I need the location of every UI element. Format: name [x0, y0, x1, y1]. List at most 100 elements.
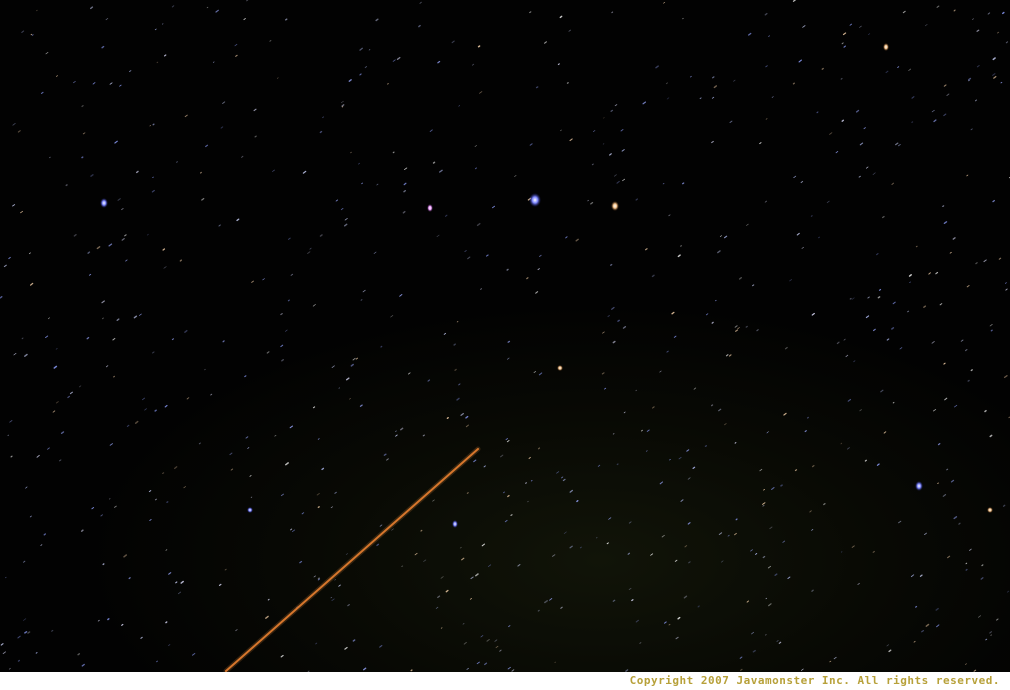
- faint-star: [784, 346, 788, 350]
- faint-star: [872, 550, 875, 553]
- faint-star: [163, 266, 167, 269]
- faint-star: [481, 543, 486, 547]
- faint-star: [266, 351, 270, 354]
- faint-star: [444, 214, 448, 217]
- faint-star: [666, 350, 669, 353]
- faint-star: [628, 521, 632, 524]
- faint-star: [840, 77, 843, 80]
- faint-star: [776, 640, 779, 642]
- faint-star: [723, 235, 728, 239]
- faint-star: [587, 199, 589, 202]
- faint-star: [631, 599, 634, 602]
- faint-star: [486, 639, 490, 642]
- faint-star: [816, 111, 819, 114]
- bright-star: [427, 204, 433, 212]
- faint-star: [554, 661, 557, 664]
- faint-star: [218, 224, 221, 227]
- faint-star: [933, 119, 937, 123]
- faint-star: [985, 638, 988, 641]
- faint-star: [253, 108, 257, 112]
- faint-star: [28, 252, 31, 255]
- faint-star: [714, 299, 717, 302]
- faint-star: [470, 576, 474, 580]
- faint-star: [334, 579, 337, 581]
- faint-star: [128, 70, 132, 73]
- faint-star: [688, 561, 691, 564]
- faint-star: [752, 649, 756, 653]
- faint-star: [274, 434, 277, 437]
- faint-star: [942, 494, 947, 497]
- faint-star: [769, 526, 773, 530]
- faint-star: [459, 546, 462, 549]
- faint-star: [677, 616, 681, 620]
- faint-star: [810, 215, 813, 217]
- faint-star: [802, 25, 806, 28]
- faint-star: [876, 463, 880, 466]
- faint-star: [395, 430, 397, 432]
- faint-star: [623, 411, 626, 414]
- faint-star: [965, 568, 968, 571]
- faint-star: [976, 64, 980, 68]
- faint-star: [401, 565, 404, 567]
- faint-star: [1000, 81, 1003, 84]
- faint-star: [437, 60, 441, 64]
- faint-star: [796, 232, 800, 236]
- faint-star: [113, 375, 116, 378]
- faint-star: [847, 398, 852, 402]
- faint-star: [140, 636, 143, 639]
- faint-star: [288, 237, 291, 240]
- faint-star: [9, 420, 13, 423]
- faint-star: [404, 167, 408, 170]
- faint-star: [114, 140, 118, 144]
- faint-star: [507, 340, 511, 343]
- faint-star: [116, 318, 120, 322]
- faint-star: [285, 329, 288, 332]
- faint-star: [591, 163, 594, 166]
- faint-star: [453, 343, 456, 346]
- faint-star: [479, 91, 483, 94]
- faint-star: [886, 644, 889, 647]
- faint-star: [969, 548, 972, 551]
- faint-star: [418, 24, 421, 28]
- faint-star: [427, 379, 431, 382]
- faint-star: [128, 577, 131, 580]
- faint-star: [429, 129, 433, 132]
- faint-star: [976, 29, 980, 32]
- faint-star: [923, 305, 927, 308]
- faint-star: [993, 75, 997, 79]
- faint-star: [823, 503, 826, 506]
- faint-star: [765, 65, 768, 68]
- faint-star: [40, 544, 43, 546]
- faint-star: [829, 660, 832, 663]
- faint-star: [892, 301, 896, 305]
- faint-star: [704, 445, 708, 448]
- faint-star: [121, 208, 124, 211]
- faint-star: [443, 332, 447, 335]
- faint-star: [662, 182, 665, 185]
- bright-star: [247, 507, 253, 513]
- faint-star: [661, 534, 665, 538]
- faint-star: [671, 311, 675, 315]
- faint-star: [24, 353, 28, 357]
- faint-star: [793, 175, 797, 179]
- faint-star: [463, 641, 467, 645]
- faint-star: [149, 518, 152, 522]
- faint-star: [403, 189, 406, 193]
- faint-star: [12, 204, 16, 207]
- faint-star: [798, 59, 802, 63]
- faint-star: [45, 335, 49, 339]
- faint-star: [135, 170, 139, 174]
- faint-star: [156, 660, 158, 663]
- faint-star: [73, 80, 76, 84]
- faint-star: [243, 18, 246, 21]
- faint-star: [376, 183, 379, 186]
- faint-star: [919, 574, 923, 577]
- faint-star: [750, 549, 753, 552]
- faint-star: [759, 468, 763, 472]
- faint-star: [477, 45, 481, 48]
- faint-star: [350, 363, 354, 367]
- faint-star: [970, 128, 973, 131]
- faint-star: [235, 629, 238, 632]
- faint-star: [604, 387, 607, 390]
- faint-star: [859, 409, 862, 412]
